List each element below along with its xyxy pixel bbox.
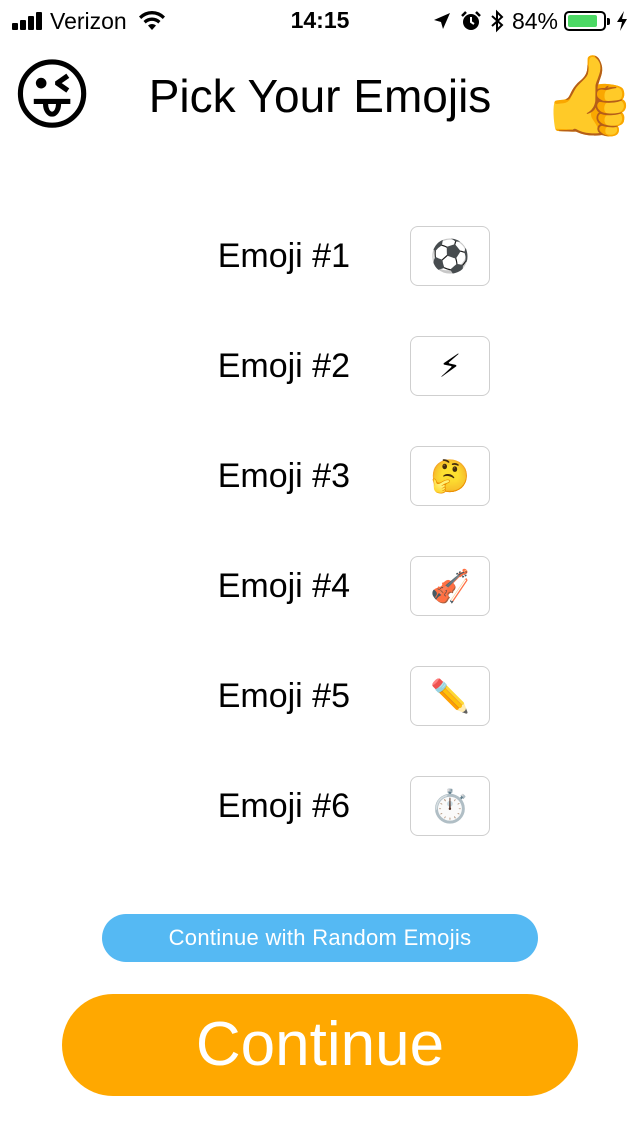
emoji-list: Emoji #1 ⚽ Emoji #2 ⚡ Emoji #3 🤔 Emoji #… bbox=[0, 226, 640, 886]
emoji-row-4: Emoji #4 🎻 bbox=[0, 556, 640, 616]
screen: Verizon 14:15 84% 😜 Pick Your Emojis 👍 E… bbox=[0, 0, 640, 1136]
emoji-picker-3[interactable]: 🤔 bbox=[410, 446, 490, 506]
random-emojis-button[interactable]: Continue with Random Emojis bbox=[102, 914, 538, 962]
emoji-row-1: Emoji #1 ⚽ bbox=[0, 226, 640, 286]
continue-button[interactable]: Continue bbox=[62, 994, 578, 1096]
bluetooth-icon bbox=[491, 9, 504, 33]
emoji-label-2: Emoji #2 bbox=[217, 347, 350, 385]
emoji-label-3: Emoji #3 bbox=[217, 457, 350, 495]
emoji-row-3: Emoji #3 🤔 bbox=[0, 446, 640, 506]
emoji-picker-4[interactable]: 🎻 bbox=[410, 556, 490, 616]
status-bar: Verizon 14:15 84% bbox=[0, 0, 640, 40]
emoji-picker-6[interactable]: ⏱️ bbox=[410, 776, 490, 836]
battery-level bbox=[568, 15, 597, 27]
emoji-picker-1[interactable]: ⚽ bbox=[410, 226, 490, 286]
emoji-row-2: Emoji #2 ⚡ bbox=[0, 336, 640, 396]
emoji-label-4: Emoji #4 bbox=[217, 567, 350, 605]
emoji-picker-2[interactable]: ⚡ bbox=[410, 336, 490, 396]
battery-percent: 84% bbox=[511, 7, 558, 34]
alarm-icon bbox=[461, 11, 481, 30]
emoji-row-6: Emoji #6 ⏱️ bbox=[0, 776, 640, 836]
emoji-row-5: Emoji #5 ✏️ bbox=[0, 666, 640, 726]
battery-icon bbox=[564, 11, 610, 31]
page-title: Pick Your Emojis bbox=[148, 70, 492, 122]
status-right: 84% bbox=[424, 7, 628, 35]
thumbs-up-emoji-icon: 👍 bbox=[540, 51, 638, 139]
charging-icon bbox=[617, 11, 627, 31]
location-icon bbox=[433, 13, 450, 29]
emoji-label-6: Emoji #6 bbox=[217, 787, 350, 825]
emoji-picker-5[interactable]: ✏️ bbox=[410, 666, 490, 726]
winking-tongue-emoji-icon: 😜 bbox=[11, 51, 93, 139]
emoji-label-1: Emoji #1 bbox=[217, 237, 350, 275]
emoji-label-5: Emoji #5 bbox=[217, 677, 350, 715]
